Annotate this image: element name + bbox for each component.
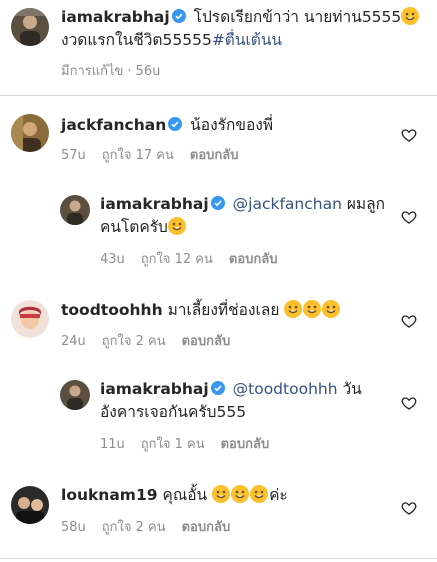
like-heart-icon[interactable] (401, 500, 417, 516)
like-heart-icon[interactable] (401, 209, 417, 225)
rofl-emoji-icon (231, 485, 250, 503)
username[interactable]: jackfanchan (61, 116, 166, 134)
reply-button[interactable]: ตอบกลับ (182, 334, 231, 349)
avatar[interactable] (11, 8, 49, 46)
likes-count[interactable]: ถูกใจ 2 คน (102, 334, 166, 349)
comment-meta: 57u ถูกใจ 17 คน ตอบกลับ (61, 144, 254, 165)
like-heart-icon[interactable] (401, 313, 417, 329)
avatar[interactable] (11, 486, 49, 524)
rofl-emoji-icon (284, 300, 303, 318)
comment-text: jackfanchan น้องรักของพี่ (61, 116, 274, 134)
username[interactable]: iamakrabhaj (100, 380, 209, 398)
avatar[interactable] (60, 195, 90, 225)
timestamp: 43u (100, 252, 125, 267)
comment-meta: 58u ถูกใจ 2 คน ตอบกลับ (61, 516, 246, 537)
edited-label: มีการแก้ไข (61, 64, 124, 79)
reply-button[interactable]: ตอบกลับ (190, 148, 239, 163)
verified-badge-icon (171, 9, 186, 23)
comment-meta: 43u ถูกใจ 12 คน ตอบกลับ (100, 248, 293, 269)
timestamp: 24u (61, 334, 86, 349)
verified-badge-icon (210, 381, 225, 395)
username[interactable]: louknam19 (61, 486, 158, 504)
rofl-emoji-icon (212, 485, 231, 503)
likes-count[interactable]: ถูกใจ 17 คน (102, 148, 174, 163)
divider (0, 558, 437, 559)
hashtag-link[interactable]: #ตื่นเต้นน (212, 31, 282, 49)
comment-text: toodtoohhh มาเลี้ยงที่ช่องเลย (61, 299, 341, 322)
rofl-emoji-icon (250, 485, 269, 503)
reply-button[interactable]: ตอบกลับ (221, 437, 270, 452)
comment-text: iamakrabhaj @jackfanchan ผมลูก คนโตครับ (100, 195, 385, 236)
avatar[interactable] (11, 300, 49, 338)
caption-meta: มีการแก้ไข · 56u (61, 64, 161, 79)
like-heart-icon[interactable] (401, 127, 417, 143)
rofl-emoji-icon (303, 300, 322, 318)
timestamp: 11u (100, 437, 125, 452)
username[interactable]: iamakrabhaj (100, 195, 209, 213)
reply-button[interactable]: ตอบกลับ (182, 520, 231, 535)
comment-text: iamakrabhaj @toodtoohhh วัน อังคารเจอกันค… (100, 380, 362, 421)
avatar[interactable] (11, 114, 49, 152)
comment-text: louknam19 คุณอั้น ค่ะ (61, 485, 288, 504)
likes-count[interactable]: ถูกใจ 12 คน (141, 252, 213, 267)
username[interactable]: toodtoohhh (61, 301, 163, 319)
mention-link[interactable]: @jackfanchan (233, 195, 342, 213)
username[interactable]: iamakrabhaj (61, 8, 170, 26)
like-heart-icon[interactable] (401, 395, 417, 411)
mention-link[interactable]: @toodtoohhh (233, 380, 338, 398)
verified-badge-icon (168, 117, 183, 131)
reply-button[interactable]: ตอบกลับ (229, 252, 278, 267)
smile-emoji-icon (167, 217, 186, 235)
comment-meta: 11u ถูกใจ 1 คน ตอบกลับ (100, 433, 285, 454)
caption-text: iamakrabhaj โปรดเรียกข้าว่า นายท่าน5555 ง… (61, 6, 421, 52)
divider (0, 95, 437, 96)
timestamp: 56u (135, 64, 161, 79)
timestamp: 58u (61, 520, 86, 535)
verified-badge-icon (210, 196, 225, 210)
timestamp: 57u (61, 148, 86, 163)
avatar[interactable] (60, 380, 90, 410)
rofl-emoji-icon (322, 300, 341, 318)
comment-meta: 24u ถูกใจ 2 คน ตอบกลับ (61, 330, 246, 351)
star-struck-emoji-icon (401, 7, 420, 25)
likes-count[interactable]: ถูกใจ 1 คน (141, 437, 205, 452)
likes-count[interactable]: ถูกใจ 2 คน (102, 520, 166, 535)
